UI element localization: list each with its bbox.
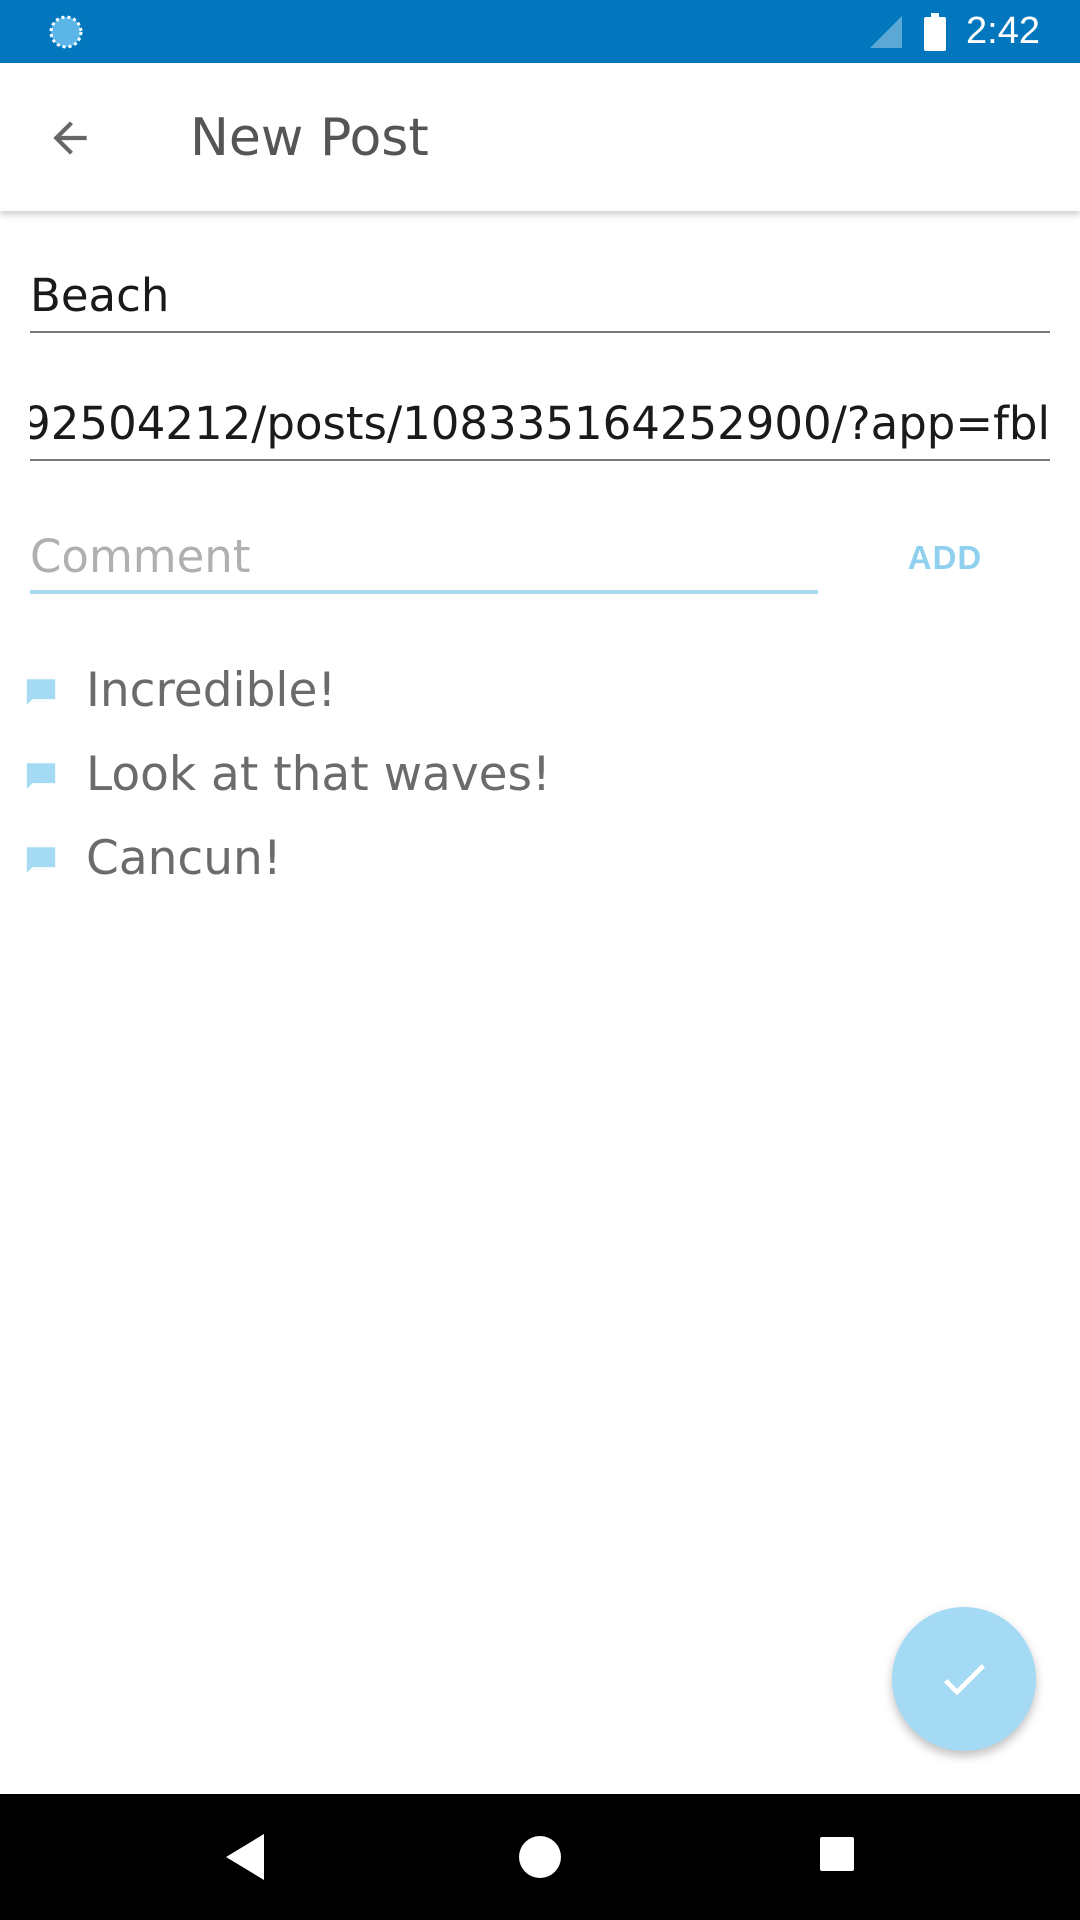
comment-text: Incredible!: [86, 663, 337, 718]
nav-home-icon[interactable]: [517, 1834, 563, 1880]
page-title: New Post: [190, 108, 429, 168]
check-icon: [943, 1664, 985, 1696]
navigation-bar: [0, 1794, 1080, 1920]
title-field[interactable]: Beach: [30, 265, 1050, 333]
signal-icon: [870, 15, 903, 48]
list-item: Cancun!: [0, 823, 1080, 895]
list-item: Incredible!: [0, 655, 1080, 727]
comment-text: Look at that waves!: [86, 747, 551, 802]
arrow-back-icon: [53, 121, 87, 155]
save-fab-button[interactable]: [892, 1607, 1036, 1751]
comment-icon: [26, 679, 56, 705]
nav-back-icon[interactable]: [220, 1830, 270, 1884]
app-bar: New Post: [0, 63, 1080, 211]
status-icons: 2:42: [868, 0, 1040, 63]
list-item: Look at that waves!: [0, 739, 1080, 811]
nav-recents-icon[interactable]: [820, 1837, 854, 1871]
comment-input[interactable]: [30, 522, 818, 594]
back-button[interactable]: [30, 103, 110, 173]
sync-icon: [49, 15, 83, 49]
url-field[interactable]: 52292504212/posts/108335164252900/?app=f…: [30, 393, 1050, 461]
title-field-value: Beach: [30, 269, 170, 322]
status-bar: 2:42: [0, 0, 1080, 63]
add-comment-button[interactable]: ADD: [880, 525, 1010, 591]
url-field-value: 52292504212/posts/108335164252900/?app=f…: [30, 397, 1050, 450]
status-time: 2:42: [966, 10, 1040, 52]
comment-icon: [26, 763, 56, 789]
comment-text: Cancun!: [86, 831, 282, 886]
battery-icon: [924, 12, 947, 51]
comment-icon: [26, 847, 56, 873]
